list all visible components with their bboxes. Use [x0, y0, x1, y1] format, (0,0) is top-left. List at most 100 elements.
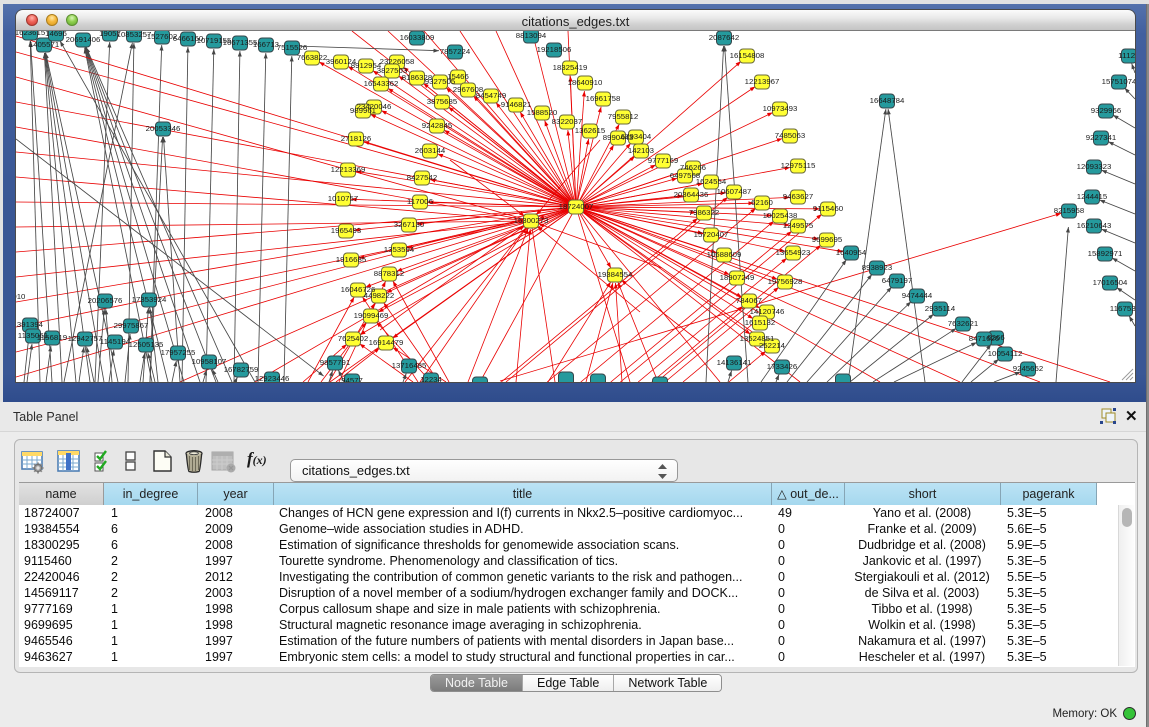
svg-text:1623615: 1623615 [16, 31, 45, 37]
svg-text:62160: 62160 [751, 200, 773, 207]
svg-text:9474444: 9474444 [902, 293, 933, 300]
svg-text:12093323: 12093323 [1077, 164, 1112, 171]
svg-text:14120746: 14120746 [750, 309, 785, 316]
svg-text:10973493: 10973493 [763, 106, 798, 113]
svg-text:3267130: 3267130 [394, 222, 425, 229]
svg-text:13524851: 13524851 [740, 336, 775, 343]
svg-text:1010757: 1010757 [328, 196, 359, 203]
svg-text:989961: 989961 [350, 108, 376, 115]
svg-text:10054112: 10054112 [988, 351, 1023, 358]
svg-text:9146821: 9146821 [501, 102, 532, 109]
svg-text:8215958: 8215958 [1054, 208, 1085, 215]
svg-text:1615132: 1615132 [745, 320, 776, 327]
svg-text:23226058: 23226058 [380, 59, 415, 66]
svg-text:1916685: 1916685 [336, 257, 367, 264]
svg-text:9245652: 9245652 [1013, 366, 1044, 373]
svg-text:2603144: 2603144 [415, 148, 446, 155]
svg-text:13716485: 13716485 [392, 363, 427, 370]
svg-text:12975115: 12975115 [781, 163, 816, 170]
svg-text:10958107: 10958107 [192, 359, 227, 366]
svg-text:1167531: 1167531 [1110, 306, 1135, 313]
svg-text:16914479: 16914479 [369, 340, 404, 347]
svg-text:1249575: 1249575 [783, 223, 814, 230]
svg-text:15892971: 15892971 [1088, 251, 1123, 258]
svg-text:252214: 252214 [759, 343, 785, 350]
svg-text:7955812: 7955812 [608, 114, 639, 121]
svg-text:16033809: 16033809 [400, 35, 435, 42]
svg-text:15751074: 15751074 [1102, 79, 1135, 86]
svg-text:16210643: 16210643 [1077, 223, 1112, 230]
svg-text:6479197: 6479197 [882, 278, 913, 285]
svg-text:13654923: 13654923 [776, 250, 811, 257]
svg-text:14136141: 14136141 [717, 360, 752, 367]
svg-text:8454749: 8454749 [476, 93, 507, 100]
svg-text:19756928: 19756928 [768, 279, 803, 286]
svg-text:16543362: 16543362 [364, 81, 399, 88]
svg-text:18724007: 18724007 [559, 204, 594, 211]
svg-text:1640954: 1640954 [836, 250, 867, 257]
svg-text:19384554: 19384554 [598, 272, 633, 279]
svg-text:1145194: 1145194 [100, 339, 131, 346]
svg-text:9463627: 9463627 [783, 194, 814, 201]
svg-text:142103: 142103 [628, 148, 654, 155]
svg-text:9329966: 9329966 [1091, 108, 1122, 115]
svg-text:14696: 14696 [45, 31, 67, 38]
svg-text:2935114: 2935114 [925, 306, 956, 313]
svg-text:26160910: 26160910 [16, 294, 26, 301]
svg-text:7515526: 7515526 [277, 45, 308, 52]
svg-text:12213967: 12213967 [745, 79, 780, 86]
svg-text:12505135: 12505135 [129, 342, 164, 349]
svg-text:9227341: 9227341 [1086, 135, 1117, 142]
svg-text:7625402: 7625402 [338, 336, 369, 343]
svg-text:166713: 166713 [253, 42, 279, 49]
svg-text:7857224: 7857224 [440, 49, 471, 56]
svg-text:20053346: 20053346 [146, 126, 181, 133]
svg-text:9777169: 9777169 [648, 158, 679, 165]
svg-text:9115460: 9115460 [813, 206, 844, 213]
svg-text:3875685: 3875685 [427, 99, 458, 106]
svg-text:16154808: 16154808 [730, 53, 765, 60]
svg-text:1588520: 1588520 [527, 110, 558, 117]
svg-text:7663822: 7663822 [297, 55, 328, 62]
svg-text:8322037: 8322037 [552, 119, 583, 126]
svg-text:8471626: 8471626 [969, 336, 1000, 343]
svg-text:3827503: 3827503 [377, 68, 408, 75]
svg-text:391394: 391394 [17, 322, 43, 329]
svg-text:12942757: 12942757 [68, 336, 103, 343]
svg-text:10025438: 10025438 [763, 213, 798, 220]
svg-text:6793404: 6793404 [621, 134, 652, 141]
svg-text:11122: 11122 [1118, 53, 1135, 60]
svg-text:18640910: 18640910 [568, 80, 603, 87]
svg-text:16648784: 16648784 [870, 98, 905, 105]
svg-text:8878312: 8878312 [374, 271, 405, 278]
svg-text:4498222: 4498222 [364, 293, 395, 300]
svg-text:9699695: 9699695 [812, 237, 843, 244]
svg-text:16782759: 16782759 [224, 367, 259, 374]
svg-text:1965493: 1965493 [331, 228, 362, 235]
svg-text:1156819: 1156819 [37, 335, 68, 342]
svg-text:2718126: 2718126 [341, 136, 372, 143]
svg-text:1353594: 1353594 [384, 247, 415, 254]
svg-text:1362615: 1362615 [575, 128, 606, 135]
svg-text:8938923: 8938923 [862, 265, 893, 272]
svg-text:784067: 784067 [736, 298, 762, 305]
svg-text:15466: 15466 [447, 74, 469, 81]
svg-text:20364436: 20364436 [674, 192, 709, 199]
svg-text:94577: 94577 [341, 378, 363, 382]
svg-text:20691406: 20691406 [66, 37, 101, 44]
svg-text:1405571: 1405571 [29, 42, 60, 49]
svg-text:7986322: 7986322 [689, 210, 720, 217]
svg-text:12923446: 12923446 [255, 376, 290, 382]
svg-text:17016504: 17016504 [1093, 280, 1128, 287]
svg-text:19099469: 19099469 [354, 313, 389, 320]
svg-text:17353924: 17353924 [132, 297, 167, 304]
svg-text:7485063: 7485063 [775, 133, 806, 140]
svg-text:746266: 746266 [680, 165, 706, 172]
svg-text:15300273: 15300273 [514, 218, 549, 225]
svg-text:17957255: 17957255 [161, 350, 196, 357]
svg-text:18325419: 18325419 [553, 65, 588, 72]
svg-text:2087642: 2087642 [709, 35, 740, 42]
svg-text:20206576: 20206576 [88, 298, 123, 305]
svg-text:117006: 117006 [407, 199, 433, 206]
svg-text:10607487: 10607487 [717, 189, 752, 196]
